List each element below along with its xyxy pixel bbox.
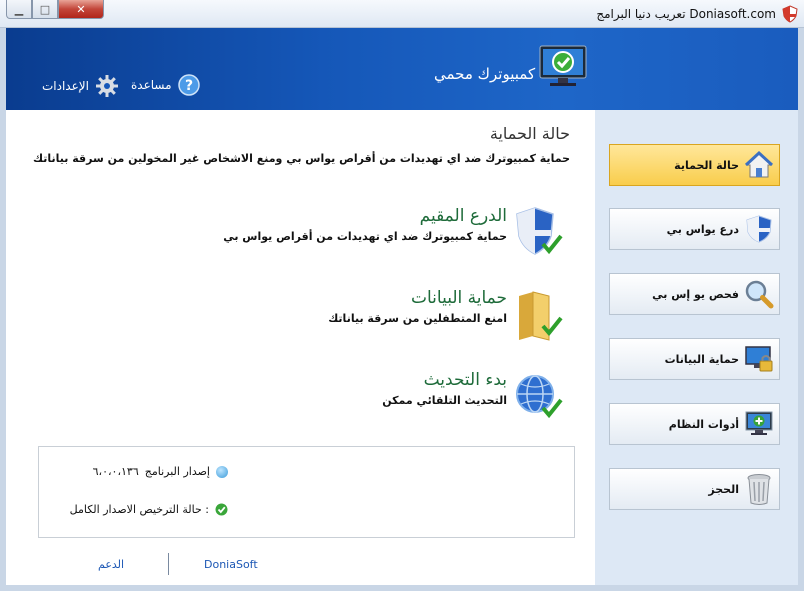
- window-frame-bottom: [0, 585, 804, 591]
- sidebar-item-label: درع يواس بي: [666, 222, 739, 236]
- check-circle-icon: [215, 503, 228, 516]
- doniasoft-link[interactable]: DoniaSoft: [204, 558, 258, 571]
- footer-divider: [168, 553, 169, 575]
- globe-check-icon: [516, 375, 563, 419]
- page-description: حماية كمبيوترك ضد اي تهديدات من أقراص يو…: [33, 152, 570, 165]
- page-title: حالة الحماية: [489, 124, 570, 143]
- feature-desc: حماية كمبيوترك ضد اي تهديدات من أقراص يو…: [223, 230, 507, 243]
- house-shield-icon: [743, 149, 775, 181]
- window-frame-right: [798, 28, 804, 591]
- support-link[interactable]: الدعم: [98, 558, 124, 571]
- sidebar-item-label: حالة الحماية: [674, 158, 739, 172]
- help-label: مساعدة: [131, 78, 172, 92]
- sidebar-item-usb-shield[interactable]: درع يواس بي: [609, 208, 780, 250]
- main-panel: حالة الحماية حماية كمبيوترك ضد اي تهديدا…: [6, 110, 595, 585]
- sidebar-item-usb-scan[interactable]: فحص يو إس بي: [609, 273, 780, 315]
- sidebar-item-label: الحجز: [708, 482, 739, 496]
- sidebar: حالة الحماية درع يواس بي فحص يو إس بي حم…: [595, 110, 798, 585]
- feature-desc: امنع المتطفلين من سرقة بياناتك: [328, 312, 507, 325]
- feature-title: حماية البيانات: [410, 288, 507, 308]
- feature-resident-shield[interactable]: الدرع المقيم حماية كمبيوترك ضد اي تهديدا…: [85, 204, 565, 264]
- settings-label: الإعدادات: [42, 79, 89, 93]
- shield-check-icon: [516, 207, 563, 255]
- header-banner: كمبيوترك محمي مساعدة ? الإعدادات: [6, 28, 798, 110]
- gear-icon: [95, 75, 118, 97]
- version-row: ٦،٠،٠،١٣٦ إصدار البرنامج: [93, 465, 228, 478]
- feature-title: الدرع المقيم: [419, 206, 507, 226]
- trash-icon: [743, 473, 775, 505]
- app-shield-icon: [782, 5, 798, 23]
- help-link[interactable]: مساعدة ?: [131, 74, 200, 96]
- sidebar-item-quarantine[interactable]: الحجز: [609, 468, 780, 510]
- sidebar-item-protection-status[interactable]: حالة الحماية: [609, 144, 780, 186]
- feature-data-protection[interactable]: حماية البيانات امنع المتطفلين من سرقة بي…: [85, 286, 565, 346]
- sidebar-item-label: حماية البيانات: [664, 352, 739, 366]
- license-label: حالة الترخيص الاصدار الكامل :: [69, 503, 209, 516]
- feature-title: بدء التحديث: [423, 370, 507, 390]
- monitor-check-icon: [539, 45, 587, 86]
- info-dot-icon: [216, 465, 228, 478]
- monitor-plus-icon: [743, 408, 775, 440]
- folder-check-icon: [519, 291, 563, 341]
- footer-links: الدعم DoniaSoft: [6, 550, 595, 580]
- program-info-box: ٦،٠،٠،١٣٦ إصدار البرنامج حالة الترخيص ال…: [38, 446, 575, 538]
- sidebar-item-data-protection[interactable]: حماية البيانات: [609, 338, 780, 380]
- sidebar-item-label: فحص يو إس بي: [652, 287, 739, 301]
- monitor-lock-icon: [743, 343, 775, 375]
- feature-desc: التحديث التلقائي ممكن: [382, 394, 507, 407]
- title-bar: ▁ □ ✕ تعريب دنيا البرامج Doniasoft.com: [0, 0, 804, 28]
- version-value: ٦،٠،٠،١٣٦: [92, 465, 139, 478]
- question-icon: ?: [177, 74, 200, 96]
- shield-icon: [743, 213, 775, 245]
- version-label: إصدار البرنامج: [144, 465, 210, 478]
- maximize-button[interactable]: □: [32, 0, 58, 19]
- window-title: تعريب دنيا البرامج Doniasoft.com: [596, 7, 776, 21]
- close-button[interactable]: ✕: [58, 0, 104, 19]
- protection-status-text: كمبيوترك محمي: [434, 65, 536, 83]
- svg-text:?: ?: [184, 78, 192, 94]
- minimize-button[interactable]: ▁: [6, 0, 32, 19]
- magnifier-icon: [743, 278, 775, 310]
- settings-link[interactable]: الإعدادات: [42, 74, 119, 98]
- sidebar-item-system-tools[interactable]: أدوات النظام: [609, 403, 780, 445]
- feature-start-update[interactable]: بدء التحديث التحديث التلقائي ممكن: [85, 368, 565, 428]
- window-controls: ▁ □ ✕: [6, 0, 104, 19]
- license-row: حالة الترخيص الاصدار الكامل :: [70, 503, 228, 516]
- sidebar-item-label: أدوات النظام: [668, 417, 739, 431]
